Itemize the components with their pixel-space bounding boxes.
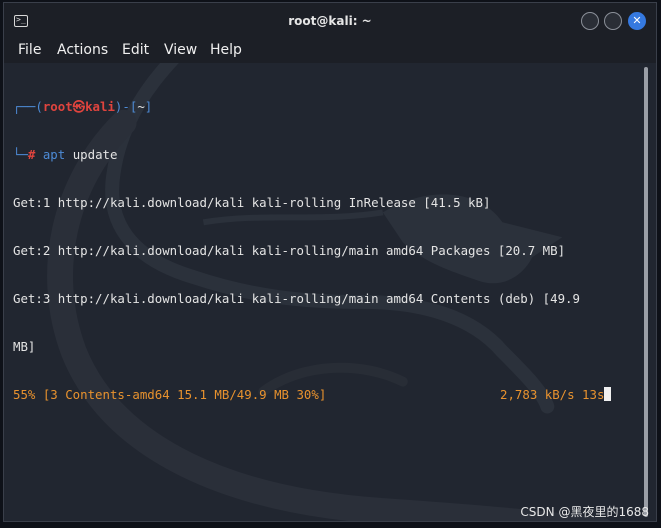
prompt-separator: )-[	[114, 99, 138, 114]
window-title: root@kali: ~	[288, 14, 372, 28]
download-speed-eta: 2,783 kB/s 13s	[500, 387, 605, 402]
close-icon: ✕	[632, 14, 642, 27]
prompt-bracket-close: ]	[144, 99, 153, 114]
prompt-directory: ~	[137, 99, 145, 114]
watermark: CSDN @黑夜里的1688	[520, 505, 649, 519]
progress-line: 55% [3 Contents-amd64 15.1 MB/49.9 MB 30…	[13, 387, 612, 403]
menu-bar: File Actions Edit View Help	[4, 39, 656, 63]
command-args: update	[65, 147, 118, 162]
terminal-area[interactable]: ┌──(root㉿kali)-[~] └─# apt update Get:1 …	[4, 63, 656, 521]
command-name: apt	[35, 147, 66, 162]
menu-view[interactable]: View	[164, 42, 197, 58]
terminal-output: ┌──(root㉿kali)-[~] └─# apt update Get:1 …	[13, 67, 612, 435]
progress-status: 55% [3 Contents-amd64 15.1 MB/49.9 MB 30…	[13, 387, 327, 402]
prompt-line-1: ┌──(root㉿kali)-[~]	[13, 99, 580, 115]
output-line: Get:2 http://kali.download/kali kali-rol…	[13, 243, 566, 258]
minimize-button[interactable]	[581, 12, 599, 30]
menu-edit[interactable]: Edit	[122, 42, 149, 58]
menu-actions[interactable]: Actions	[57, 42, 108, 58]
output-line: MB]	[13, 339, 36, 354]
output-line: Get:1 http://kali.download/kali kali-rol…	[13, 195, 491, 210]
title-bar[interactable]: >_ root@kali: ~ ✕	[4, 3, 656, 39]
terminal-window: >_ root@kali: ~ ✕ File Actions Edit View…	[3, 2, 657, 522]
prompt-bracket-open: ┌──(	[13, 99, 43, 114]
close-button[interactable]: ✕	[628, 12, 646, 30]
progress-speed: 2,783 kB/s 13s	[500, 387, 612, 403]
menu-help[interactable]: Help	[210, 42, 242, 58]
prompt-user-host: root㉿kali	[42, 99, 115, 114]
prompt-corner: └─	[13, 147, 28, 162]
prompt-line-2: └─# apt update	[13, 147, 580, 163]
output-line: Get:3 http://kali.download/kali kali-rol…	[13, 291, 580, 306]
maximize-button[interactable]	[604, 12, 622, 30]
text-cursor	[604, 387, 612, 401]
scrollbar[interactable]	[644, 67, 648, 517]
menu-file[interactable]: File	[18, 42, 41, 58]
